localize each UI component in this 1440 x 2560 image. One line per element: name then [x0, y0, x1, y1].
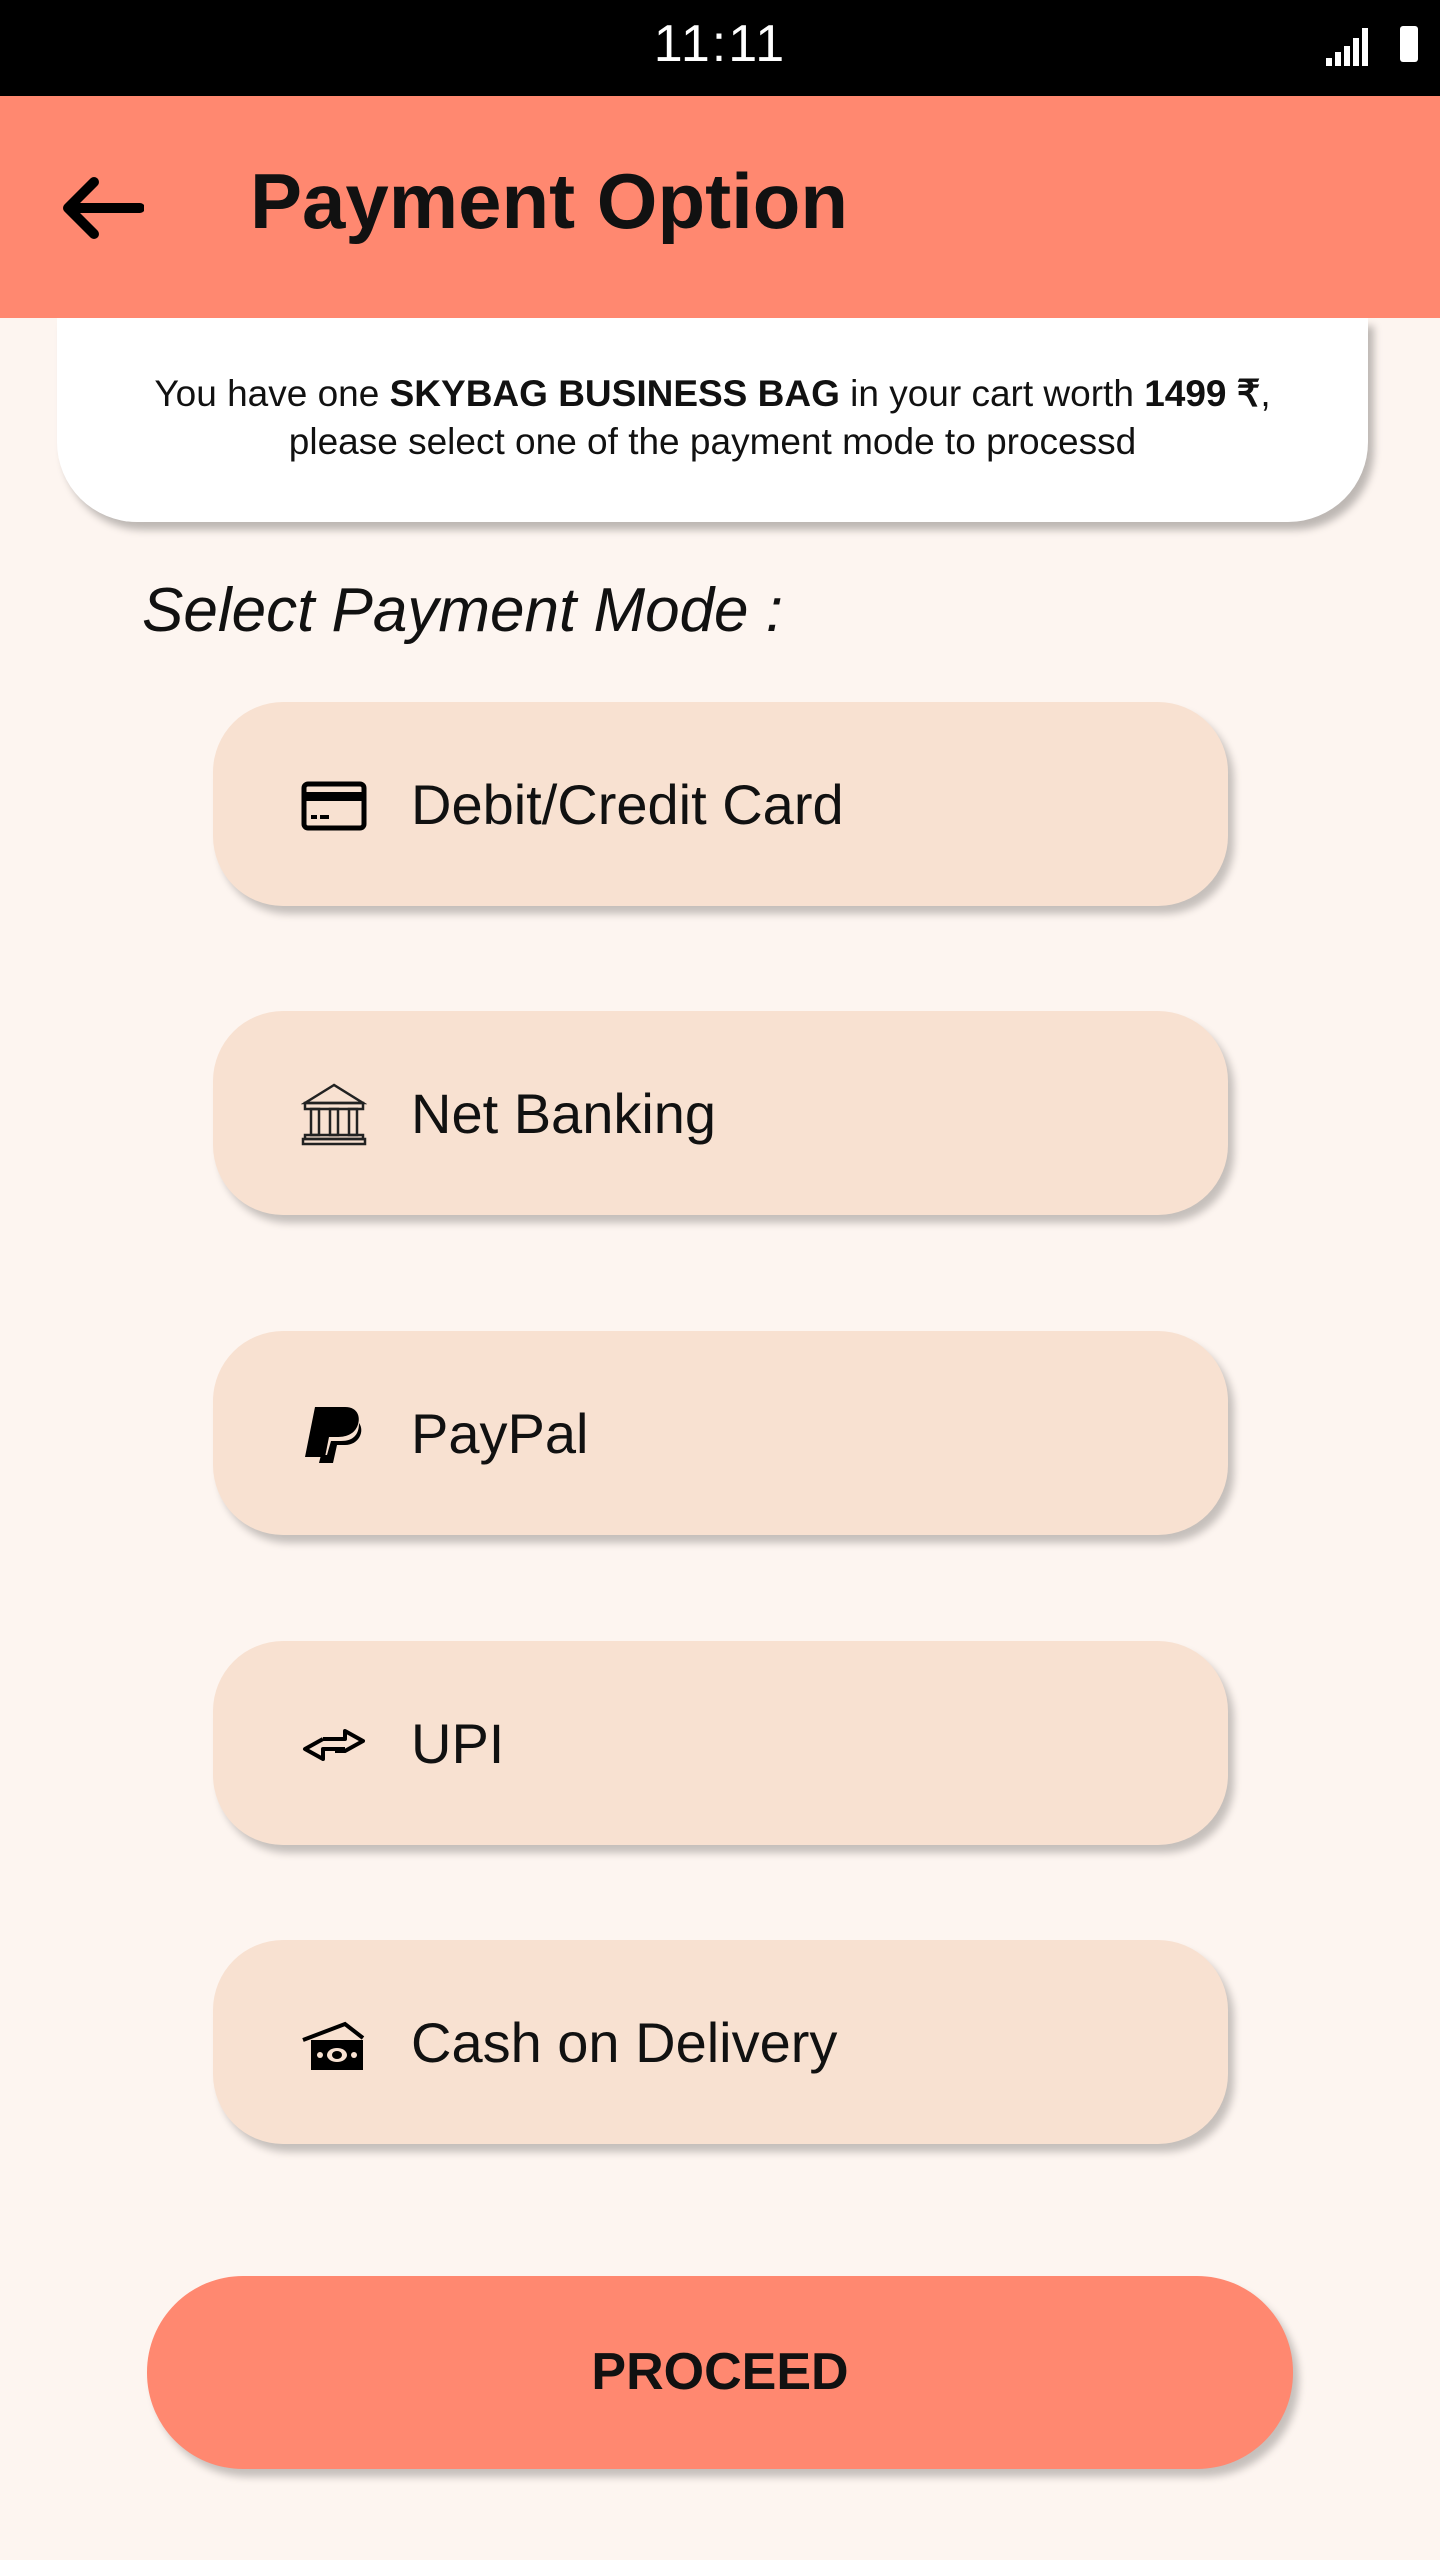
info-suffix: ,: [1260, 373, 1271, 414]
signal-icon: [1326, 28, 1368, 66]
option-cash-on-delivery[interactable]: Cash on Delivery: [213, 1940, 1228, 2144]
cart-info-line1: You have one SKYBAG BUSINESS BAG in your…: [57, 370, 1368, 418]
option-net-banking[interactable]: Net Banking: [213, 1011, 1228, 1215]
option-label: Debit/Credit Card: [411, 773, 844, 836]
back-button[interactable]: [60, 176, 144, 240]
transfer-arrows-icon: [303, 1729, 365, 1761]
cash-icon: [302, 2021, 365, 2070]
info-prefix: You have one: [154, 373, 390, 414]
credit-card-icon: [301, 781, 367, 831]
option-label: Net Banking: [411, 1082, 717, 1145]
option-debit-credit-card[interactable]: Debit/Credit Card: [213, 702, 1228, 906]
option-paypal[interactable]: PayPal: [213, 1331, 1228, 1535]
option-label: Cash on Delivery: [411, 2011, 838, 2074]
option-label: UPI: [411, 1712, 505, 1775]
battery-icon: [1400, 26, 1418, 62]
app-bar: Payment Option: [0, 96, 1440, 318]
bank-icon: [301, 1083, 367, 1146]
status-bar: 11:11: [0, 0, 1440, 96]
product-name: SKYBAG BUSINESS BAG: [389, 373, 840, 414]
page-title: Payment Option: [250, 157, 849, 245]
paypal-icon: [305, 1407, 362, 1463]
product-price: 1499 ₹: [1144, 373, 1261, 414]
proceed-button[interactable]: PROCEED: [147, 2276, 1293, 2469]
info-middle: in your cart worth: [839, 373, 1145, 414]
section-title: Select Payment Mode :: [142, 576, 783, 645]
status-time: 11:11: [653, 15, 787, 73]
option-label: PayPal: [411, 1402, 589, 1465]
option-upi[interactable]: UPI: [213, 1641, 1228, 1845]
cart-info-line2: please select one of the payment mode to…: [288, 421, 1137, 462]
cart-info-card: You have one SKYBAG BUSINESS BAG in your…: [57, 318, 1368, 522]
